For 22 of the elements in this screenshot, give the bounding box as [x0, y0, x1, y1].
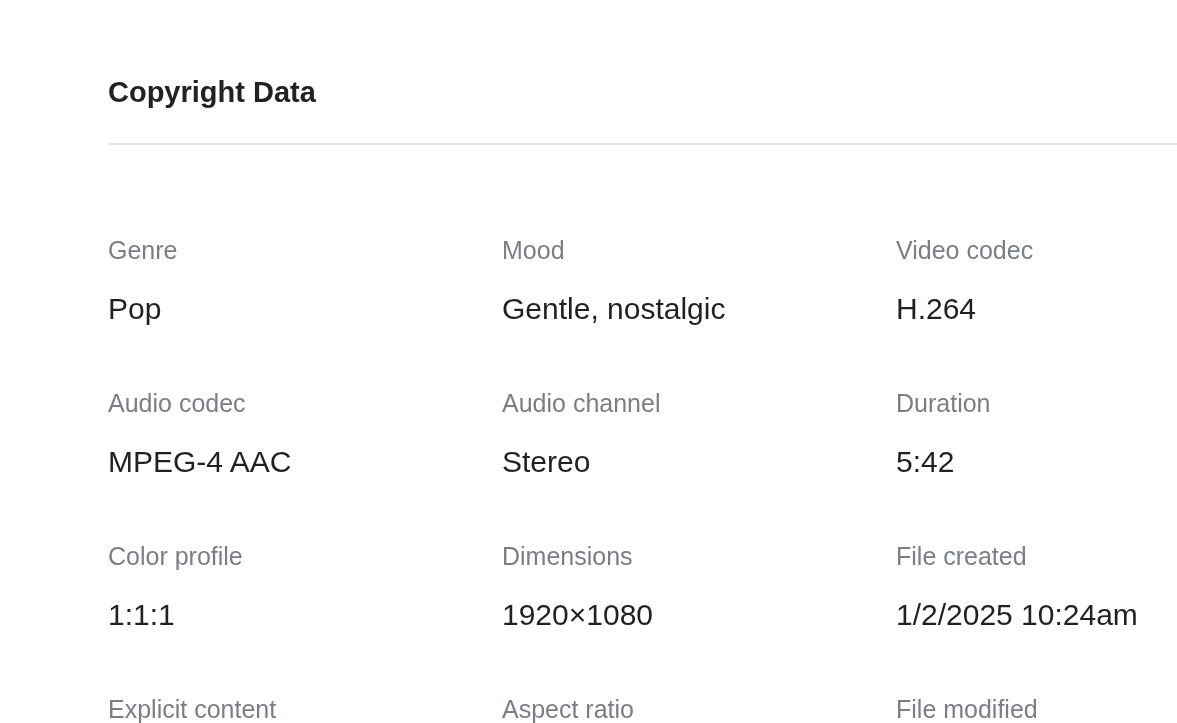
- field-value: Pop: [108, 291, 163, 327]
- section-title: Copyright Data: [108, 75, 317, 110]
- field-value: 1/2/2025 10:24am: [896, 597, 1139, 633]
- field-label: Video codec: [896, 237, 1035, 263]
- field-value: 1:1:1: [108, 597, 176, 633]
- field-value: 5:42: [896, 444, 956, 480]
- field-label: File created: [896, 543, 1028, 569]
- field-value: H.264: [896, 291, 978, 327]
- field-value: Gentle, nostalgic: [502, 291, 727, 327]
- field-label: Audio channel: [502, 390, 662, 416]
- field-label: File modified: [896, 696, 1039, 722]
- field-label: Audio codec: [108, 390, 247, 416]
- field-label: Aspect ratio: [502, 696, 635, 722]
- field-label: Duration: [896, 390, 992, 416]
- field-value: 1920×1080: [502, 597, 654, 633]
- field-value: MPEG-4 AAC: [108, 444, 293, 480]
- field-label: Color profile: [108, 543, 244, 569]
- field-label: Explicit content: [108, 696, 278, 722]
- field-label: Mood: [502, 237, 566, 263]
- field-label: Dimensions: [502, 543, 634, 569]
- field-value: Stereo: [502, 444, 592, 480]
- field-label: Genre: [108, 237, 179, 263]
